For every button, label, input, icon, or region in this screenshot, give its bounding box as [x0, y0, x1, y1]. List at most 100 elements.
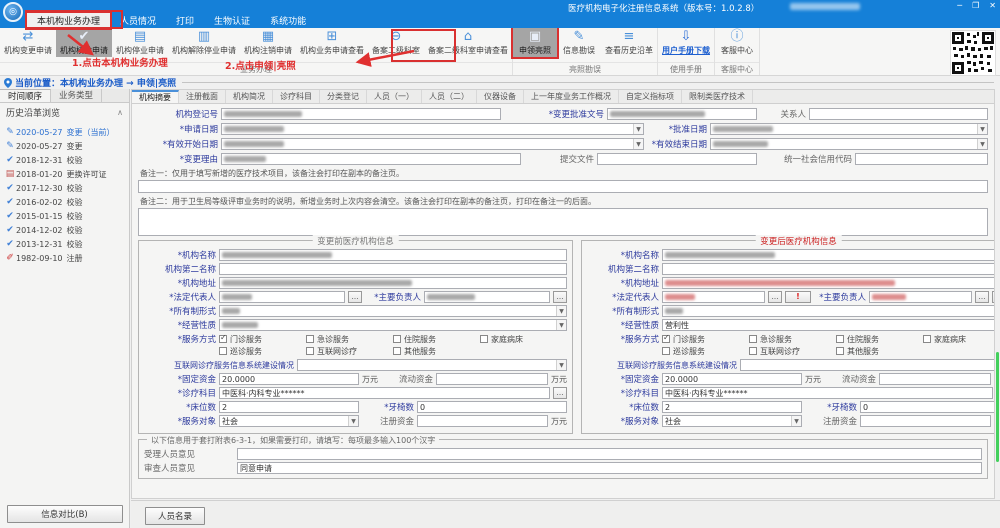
submit-file-input[interactable]	[597, 153, 757, 165]
service-checkbox[interactable]: 住院服务	[836, 333, 923, 345]
principal-input[interactable]	[424, 291, 550, 303]
subjects-picker-button[interactable]: …	[553, 387, 567, 399]
reviewer-opinion-input[interactable]: 同意申请	[237, 462, 982, 474]
menu-item[interactable]: 人员情况	[110, 13, 166, 28]
fixed-fund-input[interactable]: 20.0000	[219, 373, 359, 385]
acceptor-opinion-input[interactable]	[237, 448, 982, 460]
service-checkbox[interactable]: 互联网诊疗	[306, 345, 393, 357]
form-tab[interactable]: 自定义指标项	[619, 90, 682, 103]
menu-item[interactable]: 生物认证	[204, 13, 260, 28]
liquid-fund-input[interactable]	[879, 373, 991, 385]
history-item[interactable]: ✔ 2014-12-02 校验	[4, 223, 129, 237]
toolbar-button[interactable]: ≡ 查看历史沿革	[601, 28, 657, 57]
service-checkbox[interactable]: 急诊服务	[749, 333, 836, 345]
credit-code-input[interactable]	[855, 153, 988, 165]
toolbar-button[interactable]: ⇩ 用户手册下载	[658, 28, 714, 57]
legal-rep-input[interactable]	[662, 291, 765, 303]
legal-rep-input[interactable]	[219, 291, 345, 303]
sidebar-tab[interactable]: 时间顺序	[0, 89, 51, 102]
subjects-input[interactable]: 中医科·内科专业******	[662, 387, 993, 399]
note1-textarea[interactable]	[138, 180, 988, 193]
service-checkbox[interactable]: 巡诊服务	[662, 345, 749, 357]
form-tab[interactable]: 机构摘要	[132, 90, 179, 103]
history-item[interactable]: ▤ 2018-01-20 更换许可证	[4, 167, 129, 181]
toolbar-button[interactable]: ▥ 机构解除停业申请	[168, 28, 240, 57]
toolbar-button[interactable]: ⊖ 备案二级科室	[368, 28, 424, 57]
valid-end-combo[interactable]: ▼	[710, 138, 988, 150]
legal-rep-picker-button[interactable]: …	[768, 291, 782, 303]
principal-input[interactable]	[869, 291, 972, 303]
reg-no-input[interactable]	[221, 108, 501, 120]
principal-picker-button[interactable]: …	[553, 291, 567, 303]
legal-rep-verify-flag-button[interactable]: !	[785, 291, 811, 303]
history-item[interactable]: ✐ 1982-09-10 注册	[4, 251, 129, 265]
org-name-input[interactable]	[219, 249, 567, 261]
service-target-combo[interactable]: 社会▼	[662, 415, 802, 427]
subjects-input[interactable]: 中医科·内科专业******	[219, 387, 550, 399]
close-button[interactable]: ✕	[989, 0, 996, 12]
beds-input[interactable]: 2	[219, 401, 359, 413]
contact-input[interactable]	[809, 108, 988, 120]
form-tab[interactable]: 限制类医疗技术	[682, 90, 753, 103]
chairs-input[interactable]: 0	[860, 401, 995, 413]
service-checkbox[interactable]: 巡诊服务	[219, 345, 306, 357]
address-input[interactable]	[219, 277, 567, 289]
service-checkbox[interactable]: 门诊服务	[219, 333, 306, 345]
principal-verify-flag-button[interactable]: !	[992, 291, 995, 303]
service-checkbox[interactable]: 其他服务	[393, 345, 480, 357]
valid-start-combo[interactable]: ▼	[221, 138, 644, 150]
form-tab[interactable]: 人员（一）	[367, 90, 422, 103]
service-checkbox[interactable]: 其他服务	[836, 345, 923, 357]
minimize-button[interactable]: ─	[957, 0, 962, 12]
apply-date-combo[interactable]: ▼	[221, 123, 644, 135]
nature-combo[interactable]: ▼	[219, 319, 567, 331]
chairs-input[interactable]: 0	[417, 401, 567, 413]
menu-item[interactable]: 打印	[166, 13, 204, 28]
ownership-combo[interactable]: ▼	[662, 305, 995, 317]
service-checkbox[interactable]: 家庭病床	[480, 333, 567, 345]
toolbar-button[interactable]: ▣ 申领亮照	[513, 28, 557, 57]
service-checkbox[interactable]: 住院服务	[393, 333, 480, 345]
history-item[interactable]: ✔ 2018-12-31 校验	[4, 153, 129, 167]
history-item[interactable]: ✎ 2020-05-27 变更	[4, 139, 129, 153]
beds-input[interactable]: 2	[662, 401, 802, 413]
reg-fund-input[interactable]	[860, 415, 991, 427]
nature-combo[interactable]: 营利性▼	[662, 319, 995, 331]
legal-rep-picker-button[interactable]: …	[348, 291, 362, 303]
change-reason-input[interactable]	[221, 153, 521, 165]
service-checkbox[interactable]: 家庭病床	[923, 333, 995, 345]
internet-info-combo[interactable]: ▼	[740, 359, 995, 371]
service-checkbox[interactable]: 门诊服务	[662, 333, 749, 345]
maximize-button[interactable]: ❐	[972, 0, 979, 12]
service-target-combo[interactable]: 社会▼	[219, 415, 359, 427]
form-tab[interactable]: 诊疗科目	[273, 90, 320, 103]
ownership-combo[interactable]: ▼	[219, 305, 567, 317]
form-tab[interactable]: 人员（二）	[422, 90, 477, 103]
history-item[interactable]: ✔ 2017-12-30 校验	[4, 181, 129, 195]
menu-item[interactable]: 系统功能	[260, 13, 316, 28]
menu-item[interactable]: 本机构业务办理	[27, 13, 110, 28]
collapse-panel-icon[interactable]: ∧	[117, 108, 123, 117]
service-checkbox[interactable]: 急诊服务	[306, 333, 393, 345]
approve-date-combo[interactable]: ▼	[710, 123, 988, 135]
toolbar-button[interactable]: ⌂ 备案二级科室申请查看	[424, 28, 512, 57]
form-tab[interactable]: 机构简况	[226, 90, 273, 103]
form-tab[interactable]: 分类登记	[320, 90, 367, 103]
org-name-input[interactable]	[662, 249, 995, 261]
org-name2-input[interactable]	[219, 263, 567, 275]
toolbar-button[interactable]: ⇄ 机构变更申请	[0, 28, 56, 57]
toolbar-button[interactable]: ✔ 机构校验申请	[56, 28, 112, 57]
note2-textarea[interactable]	[138, 208, 988, 236]
toolbar-button[interactable]: ▦ 机构注销申请	[240, 28, 296, 57]
history-item[interactable]: ✔ 2016-02-02 校验	[4, 195, 129, 209]
form-tab[interactable]: 注册截面	[179, 90, 226, 103]
sidebar-tab[interactable]: 业务类型	[51, 89, 102, 102]
internet-info-combo[interactable]: ▼	[297, 359, 567, 371]
history-item[interactable]: ✔ 2013-12-31 校验	[4, 237, 129, 251]
principal-picker-button[interactable]: …	[975, 291, 989, 303]
info-compare-button[interactable]: 信息对比(B)	[7, 505, 123, 523]
address-input[interactable]	[662, 277, 995, 289]
service-checkbox[interactable]: 互联网诊疗	[749, 345, 836, 357]
org-name2-input[interactable]	[662, 263, 995, 275]
form-tab[interactable]: 上一年度业务工作概况	[524, 90, 619, 103]
